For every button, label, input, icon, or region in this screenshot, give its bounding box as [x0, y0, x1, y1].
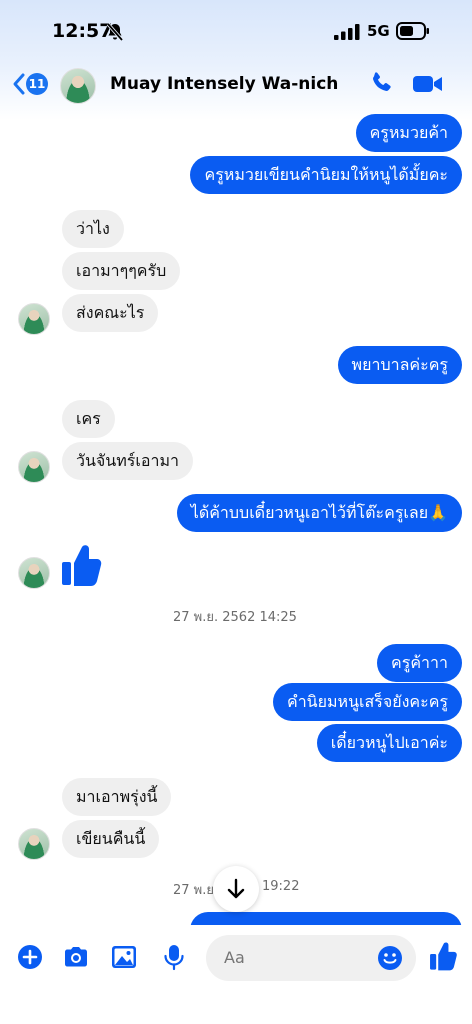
incoming-message[interactable]: มาเอาพรุ่งนี้ — [62, 778, 172, 816]
outgoing-message[interactable]: ครูหมวยเขียนคำนิยมให้หนูได้มั้ยคะ — [190, 156, 462, 194]
chevron-left-icon — [13, 73, 25, 95]
outgoing-message[interactable]: ได้ค้าบบเดี๋ยวหนูเอาไว้ที่โต๊ะครูเลย🙏 — [176, 494, 462, 532]
status-time: 12:57 — [52, 20, 113, 42]
incoming-message[interactable]: ส่งคณะไร — [62, 294, 159, 332]
outgoing-message[interactable]: ครูหมวยค้า — [355, 114, 462, 152]
outgoing-message[interactable]: ครูค้าาา — [377, 644, 462, 682]
video-call-icon[interactable] — [412, 72, 444, 96]
conversation-header: 11 Muay Intensely Wa-nich — [0, 60, 472, 110]
incoming-message[interactable]: วันจันทร์เอามา — [62, 442, 193, 480]
message-input-container[interactable] — [206, 935, 416, 981]
network-type: 5G — [367, 22, 390, 40]
scroll-to-bottom-button[interactable] — [213, 866, 259, 912]
cellular-signal-icon — [334, 24, 360, 40]
muted-bell-icon — [106, 22, 124, 42]
sender-avatar[interactable] — [18, 451, 50, 483]
sender-avatar[interactable] — [18, 828, 50, 860]
back-button[interactable]: 11 — [12, 70, 52, 98]
status-bar: 12:57 5G — [0, 0, 472, 60]
contact-avatar[interactable] — [60, 68, 96, 104]
incoming-message[interactable]: เคร — [62, 400, 115, 438]
outgoing-message[interactable]: คำนิยมหนูเสร็จยังคะครู — [272, 683, 462, 721]
phone-call-icon[interactable] — [368, 70, 394, 96]
plus-icon[interactable] — [16, 943, 44, 971]
incoming-message[interactable]: เอามาๆๆครับ — [62, 252, 181, 290]
message-input[interactable] — [224, 948, 374, 967]
thumbs-up-icon[interactable] — [428, 941, 458, 971]
incoming-message[interactable]: ว่าไง — [62, 210, 124, 248]
contact-name[interactable]: Muay Intensely Wa-nich — [110, 74, 338, 94]
battery-icon — [396, 22, 429, 40]
microphone-icon[interactable] — [160, 943, 188, 971]
camera-icon[interactable] — [62, 943, 90, 971]
timestamp-left: 27 พ.ย — [173, 883, 214, 898]
outgoing-message[interactable]: พยาบาลค่ะครู — [337, 346, 462, 384]
unread-count-badge: 11 — [26, 73, 48, 95]
emoji-icon[interactable] — [377, 945, 403, 971]
outgoing-message[interactable]: เดี๋ยวหนูไปเอาค่ะ — [316, 724, 462, 762]
timestamp-right: 19:22 — [262, 879, 300, 894]
message-composer — [0, 925, 472, 1024]
photo-gallery-icon[interactable] — [110, 943, 138, 971]
incoming-message[interactable]: เขียนคืนนี้ — [62, 820, 160, 858]
sender-avatar[interactable] — [18, 557, 50, 589]
thumbs-up-icon[interactable] — [60, 543, 102, 587]
timestamp: 27 พ.ย. 2562 14:25 — [173, 610, 297, 625]
sender-avatar[interactable] — [18, 303, 50, 335]
arrow-down-icon — [227, 878, 245, 899]
